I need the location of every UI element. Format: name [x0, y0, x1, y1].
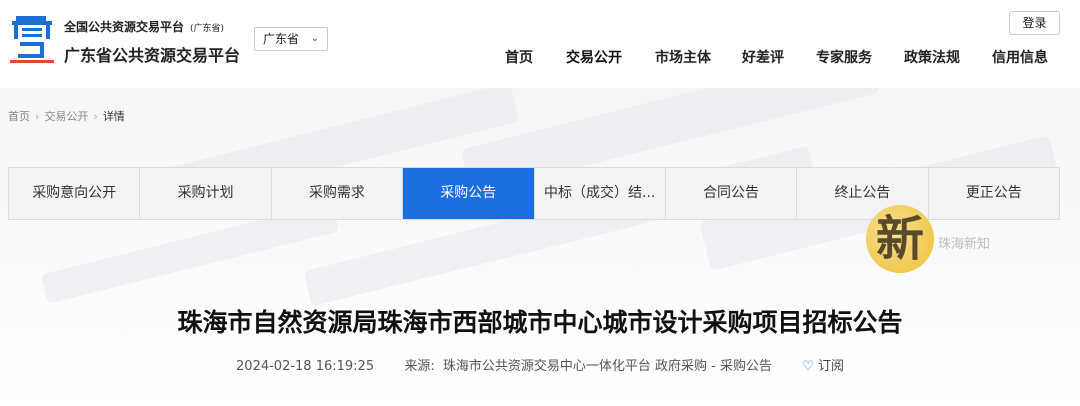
tab-procurement-notice[interactable]: 采购公告	[403, 168, 535, 219]
chevron-right-icon: ›	[35, 110, 40, 123]
source-text: 珠海市公共资源交易中心一体化平台 政府采购 - 采购公告	[442, 359, 773, 374]
platform-region-note: (广东省)	[190, 24, 225, 34]
subscribe-button[interactable]: ♡ 订阅	[802, 355, 844, 374]
tab-procurement-demand[interactable]: 采购需求	[272, 168, 404, 219]
nav-item-expert-service[interactable]: 专家服务	[816, 46, 872, 70]
breadcrumb-current: 详情	[102, 110, 125, 123]
tab-procurement-intention[interactable]: 采购意向公开	[9, 168, 141, 219]
chevron-right-icon: ›	[93, 110, 98, 123]
tab-award-notice[interactable]: 中标（成交）结...	[535, 168, 666, 219]
publish-datetime: 2024-02-18 16:19:25	[236, 359, 375, 374]
article-title: 珠海市自然资源局珠海市西部城市中心城市设计采购项目招标公告	[177, 308, 903, 337]
region-select-value: 广东省	[263, 32, 300, 46]
breadcrumb-trading-public[interactable]: 交易公开	[44, 110, 88, 123]
nav-item-market-entities[interactable]: 市场主体	[655, 46, 711, 70]
article-meta: 2024-02-18 16:19:25 来源: 珠海市公共资源交易中心一体化平台…	[0, 355, 1080, 374]
breadcrumb-home[interactable]: 首页	[8, 110, 30, 123]
platform-title: 全国公共资源交易平台 (广东省)	[64, 20, 225, 34]
nav-item-credit-info[interactable]: 信用信息	[992, 46, 1048, 70]
login-button[interactable]: 登录	[1009, 11, 1060, 35]
nav-item-trading-public[interactable]: 交易公开	[566, 46, 622, 70]
watermark-char: 新	[875, 211, 924, 267]
site-logo-icon[interactable]	[10, 14, 54, 64]
subscribe-label: 订阅	[817, 359, 844, 374]
watermark: 新 珠海新知	[866, 205, 1066, 277]
site-name[interactable]: 广东省公共资源交易平台	[64, 42, 240, 66]
nav-item-good-bad-review[interactable]: 好差评	[742, 46, 784, 70]
tab-procurement-plan[interactable]: 采购计划	[140, 168, 272, 219]
main-nav: 首页 交易公开 市场主体 好差评 专家服务 政策法规 信用信息	[505, 46, 1048, 70]
watermark-text: 珠海新知	[938, 237, 991, 252]
tab-contract-notice[interactable]: 合同公告	[666, 168, 798, 219]
chevron-down-icon: ⌄	[310, 33, 319, 44]
nav-item-policy-law[interactable]: 政策法规	[904, 46, 960, 70]
nav-item-home[interactable]: 首页	[505, 46, 533, 70]
source-label: 来源:	[404, 359, 435, 374]
breadcrumb: 首页 › 交易公开 › 详情	[8, 108, 125, 124]
region-select[interactable]: 广东省 ⌄	[254, 27, 328, 51]
site-header: 全国公共资源交易平台 (广东省) 广东省公共资源交易平台 广东省 ⌄ 登录 首页 …	[0, 0, 1080, 88]
heart-icon: ♡	[802, 359, 814, 374]
